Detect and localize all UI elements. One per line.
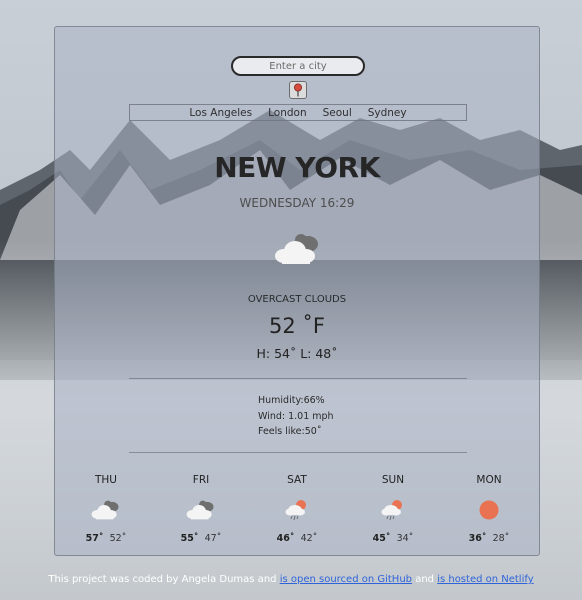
forecast-low: 34˚	[396, 533, 414, 544]
forecast-low: 47˚	[204, 533, 222, 544]
map-pin-icon	[294, 83, 302, 97]
city-title: NEW YORK	[214, 151, 380, 184]
current-temperature: 52 ˚F	[269, 314, 325, 338]
forecast-high: 55˚	[180, 533, 199, 544]
forecast-day-name: MON	[476, 474, 502, 486]
forecast-high: 36˚	[468, 533, 487, 544]
rain-icon	[381, 500, 402, 521]
city-link-los-angeles[interactable]: Los Angeles	[189, 107, 252, 119]
city-link-sydney[interactable]: Sydney	[368, 107, 407, 119]
weather-condition: OVERCAST CLOUDS	[247, 294, 347, 305]
wind-value: Wind: 1.01 mph	[258, 410, 334, 422]
city-search-input[interactable]	[231, 56, 365, 76]
divider	[129, 378, 467, 379]
cloud-icon	[91, 500, 119, 520]
forecast-low: 28˚	[492, 533, 510, 544]
weather-card: Los Angeles London Seoul Sydney NEW YORK…	[54, 26, 540, 556]
sun-icon	[479, 500, 499, 520]
cloud-icon	[186, 500, 214, 520]
quick-city-list: Los Angeles London Seoul Sydney	[129, 104, 467, 121]
divider	[129, 452, 467, 453]
github-link[interactable]: is open sourced on GitHub	[280, 574, 412, 585]
footer-text: This project was coded by Angela Dumas a…	[48, 574, 280, 585]
forecast-day-name: SUN	[381, 474, 405, 486]
forecast-day: FRI 55˚ 47˚	[166, 473, 236, 544]
forecast-day: MON 36˚ 28˚	[454, 473, 524, 544]
forecast-low: 52˚	[109, 533, 127, 544]
cloud-icon	[275, 234, 318, 264]
forecast-high: 46˚	[276, 533, 295, 544]
rain-icon	[285, 500, 306, 521]
high-low-temperature: H: 54˚ L: 48˚	[256, 346, 338, 361]
footer: This project was coded by Angela Dumas a…	[0, 574, 582, 585]
current-location-button[interactable]	[289, 81, 307, 99]
footer-text: and	[412, 574, 438, 585]
city-link-seoul[interactable]: Seoul	[323, 107, 352, 119]
day-time: WEDNESDAY 16:29	[239, 196, 355, 210]
forecast-day: SUN 45˚ 34˚	[358, 473, 428, 544]
forecast-low: 42˚	[300, 533, 318, 544]
weather-details: Humidity:66% Wind: 1.01 mph Feels like:5…	[258, 393, 334, 440]
forecast-day: THU 57˚ 52˚	[71, 473, 141, 544]
city-link-london[interactable]: London	[268, 107, 307, 119]
forecast-day-name: FRI	[192, 474, 210, 486]
netlify-link[interactable]: is hosted on Netlify	[437, 574, 533, 585]
forecast-high: 45˚	[372, 533, 391, 544]
forecast-day: SAT 46˚ 42˚	[262, 473, 332, 544]
forecast-high: 57˚	[85, 533, 104, 544]
forecast-row: THU 57˚ 52˚ FRI 55˚ 47˚ SAT 46˚ 42˚ SUN …	[55, 473, 539, 553]
humidity-value: Humidity:66%	[258, 395, 325, 406]
feels-like-value: Feels like:50˚	[258, 426, 322, 437]
forecast-day-name: SAT	[287, 474, 307, 486]
forecast-day-name: THU	[95, 474, 117, 486]
